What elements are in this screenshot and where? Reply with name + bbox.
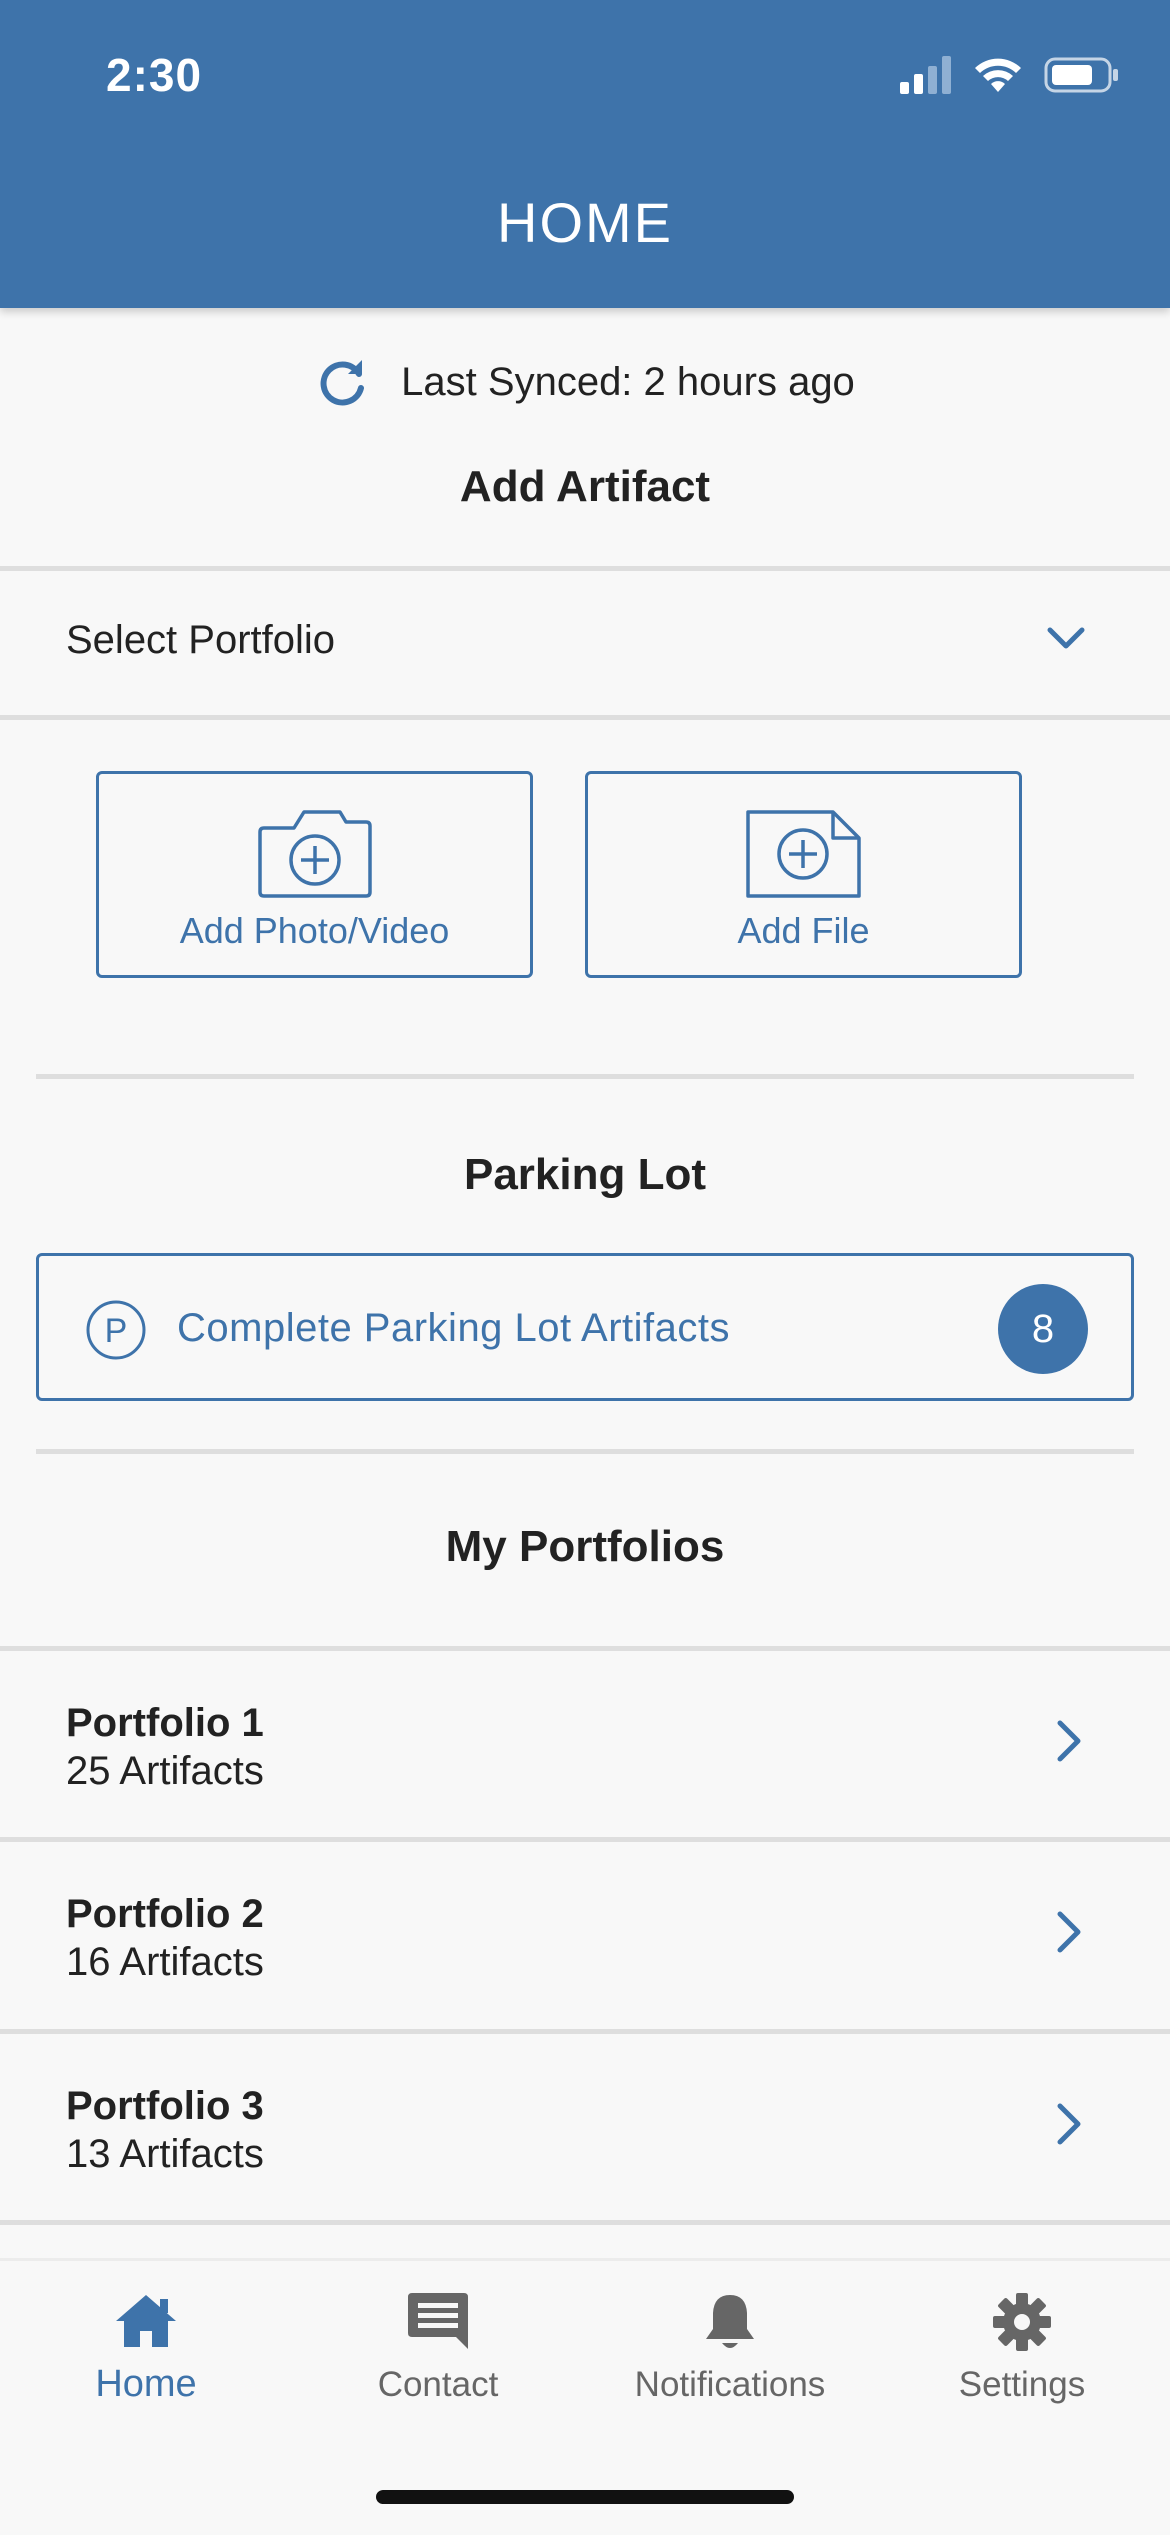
cellular-signal-icon bbox=[900, 56, 951, 94]
gear-icon bbox=[993, 2293, 1051, 2351]
portfolio-list-item[interactable]: Portfolio 2 16 Artifacts bbox=[0, 1842, 1170, 2028]
portfolio-list-item[interactable]: Portfolio 1 25 Artifacts bbox=[0, 1651, 1170, 1837]
home-icon bbox=[116, 2295, 176, 2347]
status-icons bbox=[900, 50, 1120, 100]
tab-contact[interactable]: Contact bbox=[292, 2261, 584, 2441]
divider bbox=[36, 1449, 1134, 1454]
parking-icon-letter: P bbox=[105, 1312, 128, 1350]
parking-icon: P bbox=[86, 1300, 146, 1360]
portfolio-name: Portfolio 1 bbox=[66, 1701, 264, 1745]
tab-home-label: Home bbox=[95, 2363, 197, 2405]
my-portfolios-title: My Portfolios bbox=[445, 1522, 725, 1571]
status-time: 2:30 bbox=[106, 49, 203, 101]
tab-settings[interactable]: Settings bbox=[876, 2261, 1168, 2441]
portfolio-name: Portfolio 3 bbox=[66, 2084, 264, 2128]
bell-icon bbox=[706, 2295, 754, 2348]
chevron-right-icon bbox=[1057, 1720, 1081, 1762]
last-synced-text: Last Synced: 2 hours ago bbox=[401, 359, 855, 404]
chevron-right-icon bbox=[1057, 2103, 1081, 2145]
portfolio-artifact-count: 13 Artifacts bbox=[66, 2132, 264, 2176]
add-file-label: Add File bbox=[737, 910, 870, 951]
tab-contact-label: Contact bbox=[377, 2365, 499, 2404]
page-title: HOME bbox=[497, 191, 673, 254]
home-indicator bbox=[376, 2490, 794, 2504]
select-portfolio-label: Select Portfolio bbox=[66, 618, 336, 662]
portfolio-artifact-count: 25 Artifacts bbox=[66, 1749, 264, 1793]
app-header: 2:30 HOME bbox=[0, 0, 1170, 308]
add-photo-video-label: Add Photo/Video bbox=[179, 910, 450, 951]
add-artifact-title: Add Artifact bbox=[459, 462, 711, 511]
add-file-button[interactable]: Add File bbox=[585, 771, 1022, 978]
chevron-right-icon bbox=[1057, 1911, 1081, 1953]
portfolio-list-item[interactable]: Portfolio 3 13 Artifacts bbox=[0, 2034, 1170, 2220]
divider bbox=[0, 566, 1170, 571]
battery-icon bbox=[1044, 57, 1118, 93]
sync-status: Last Synced: 2 hours ago bbox=[0, 350, 1170, 414]
add-photo-video-button[interactable]: Add Photo/Video bbox=[96, 771, 533, 978]
divider bbox=[0, 715, 1170, 720]
portfolio-artifact-count: 16 Artifacts bbox=[66, 1940, 264, 1984]
divider bbox=[36, 1074, 1134, 1079]
refresh-icon[interactable] bbox=[315, 354, 371, 410]
file-plus-icon bbox=[745, 810, 861, 898]
tab-notifications-label: Notifications bbox=[634, 2365, 826, 2404]
divider bbox=[0, 2220, 1170, 2225]
camera-plus-icon bbox=[257, 810, 372, 898]
parking-count-badge: 8 bbox=[998, 1284, 1088, 1374]
chat-icon bbox=[408, 2293, 468, 2349]
parking-lot-title: Parking Lot bbox=[463, 1150, 707, 1199]
complete-parking-lot-button[interactable]: P Complete Parking Lot Artifacts 8 bbox=[36, 1253, 1134, 1401]
chevron-down-icon bbox=[1047, 627, 1085, 649]
tab-settings-label: Settings bbox=[958, 2365, 1086, 2404]
tab-home[interactable]: Home bbox=[0, 2261, 292, 2441]
select-portfolio-dropdown[interactable]: Select Portfolio bbox=[0, 572, 1170, 716]
tab-notifications[interactable]: Notifications bbox=[584, 2261, 876, 2441]
complete-parking-lot-label: Complete Parking Lot Artifacts bbox=[177, 1306, 731, 1350]
wifi-icon bbox=[975, 58, 1021, 92]
portfolio-name: Portfolio 2 bbox=[66, 1892, 264, 1936]
